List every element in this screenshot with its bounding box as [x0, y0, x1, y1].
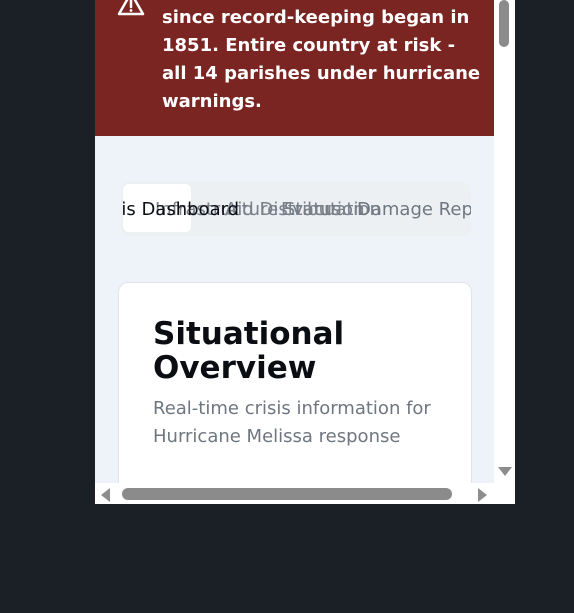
scroll-down-arrow-icon[interactable] [498, 467, 512, 476]
tab-crisis-dashboard[interactable]: Crisis Dashboard [121, 200, 239, 220]
scroll-right-arrow-icon[interactable] [478, 488, 487, 502]
vertical-scroll-thumb[interactable] [499, 0, 509, 47]
page-viewport: since record-keeping began in 1851. Enti… [95, 0, 494, 483]
tab-damage-reports[interactable]: Damage Reports [357, 200, 471, 220]
vertical-scrollbar[interactable] [494, 0, 515, 483]
horizontal-scroll-thumb[interactable] [122, 488, 452, 500]
situational-overview-card: Situational Overview Real-time crisis in… [118, 282, 472, 483]
browser-window: since record-keeping began in 1851. Enti… [95, 0, 515, 504]
card-title: Situational Overview [153, 316, 345, 386]
hurricane-alert-banner: since record-keeping began in 1851. Enti… [95, 0, 494, 136]
warning-triangle-icon [117, 0, 145, 18]
crisis-tabs: Infrastructure Status Aid Distribution E… [121, 182, 471, 236]
scroll-left-arrow-icon[interactable] [101, 488, 110, 502]
alert-message: since record-keeping began in 1851. Enti… [162, 7, 481, 112]
horizontal-scrollbar[interactable] [95, 483, 515, 504]
card-subtitle: Real-time crisis information for Hurrica… [153, 398, 431, 447]
